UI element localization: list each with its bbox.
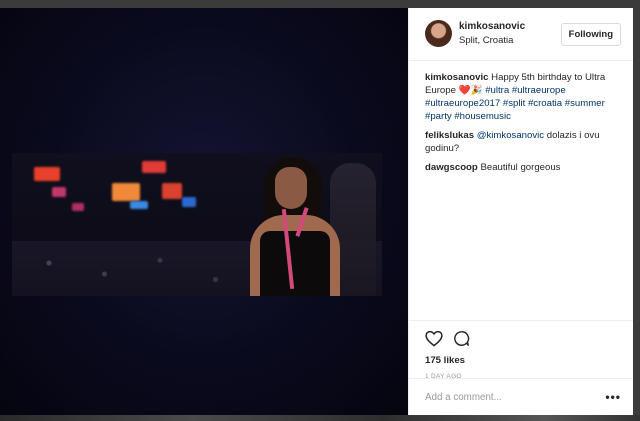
stage-light	[52, 187, 66, 197]
stage-light	[130, 201, 148, 209]
hashtag[interactable]: #housemusic	[454, 111, 511, 122]
username-link[interactable]: kimkosanovic	[459, 20, 561, 33]
stage-light	[162, 183, 182, 199]
post-side-panel: kimkosanovic Split, Croatia Following ki…	[408, 8, 633, 415]
comment-author[interactable]: felikslukas	[425, 130, 474, 141]
add-comment-input[interactable]: Add a comment...	[425, 392, 502, 403]
comment-mention[interactable]: @kimkosanovic	[477, 130, 544, 141]
backdrop-strip	[0, 415, 640, 421]
comment-text: Beautiful gorgeous	[480, 162, 561, 173]
heart-icon[interactable]	[425, 330, 443, 347]
stage-light	[112, 183, 140, 201]
comment: felikslukas @kimkosanovic dolazis i ovu …	[425, 129, 621, 155]
hashtag[interactable]: #croatia	[528, 98, 562, 109]
comments-list: kimkosanovic Happy 5th birthday to Ultra…	[409, 61, 633, 174]
location-link[interactable]: Split, Croatia	[459, 34, 561, 47]
more-options-icon[interactable]: •••	[605, 390, 621, 404]
comment: dawgscoop Beautiful gorgeous	[425, 161, 621, 174]
caption-author[interactable]: kimkosanovic	[425, 72, 488, 83]
hashtag[interactable]: #split	[503, 98, 525, 109]
stage-light	[182, 197, 196, 207]
post-header: kimkosanovic Split, Croatia Following	[409, 8, 633, 61]
stage-light	[34, 167, 60, 181]
comment-author[interactable]: dawgscoop	[425, 162, 478, 173]
likes-count[interactable]: 175 likes	[425, 355, 621, 366]
caption: kimkosanovic Happy 5th birthday to Ultra…	[425, 71, 621, 123]
action-icons	[425, 327, 621, 349]
comment-bubble-icon[interactable]	[453, 330, 470, 347]
post-photo-panel	[0, 8, 408, 415]
person	[242, 153, 352, 296]
hashtag[interactable]: #summer	[565, 98, 605, 109]
add-comment-bar: Add a comment... •••	[409, 378, 633, 415]
stage-light	[142, 161, 166, 173]
post-actions: 175 likes 1 DAY AGO	[409, 320, 633, 380]
avatar[interactable]	[425, 20, 452, 47]
hashtag[interactable]: #ultraeurope2017	[425, 98, 500, 109]
following-button[interactable]: Following	[560, 23, 621, 46]
hashtag[interactable]: #ultraeurope	[512, 85, 566, 96]
stage-light	[72, 203, 84, 211]
user-info: kimkosanovic Split, Croatia	[459, 20, 561, 47]
hashtag[interactable]: #ultra	[485, 85, 509, 96]
post-photo[interactable]	[12, 153, 382, 296]
caption-emoji: ❤️🎉	[458, 85, 483, 96]
hashtag[interactable]: #party	[425, 111, 452, 122]
